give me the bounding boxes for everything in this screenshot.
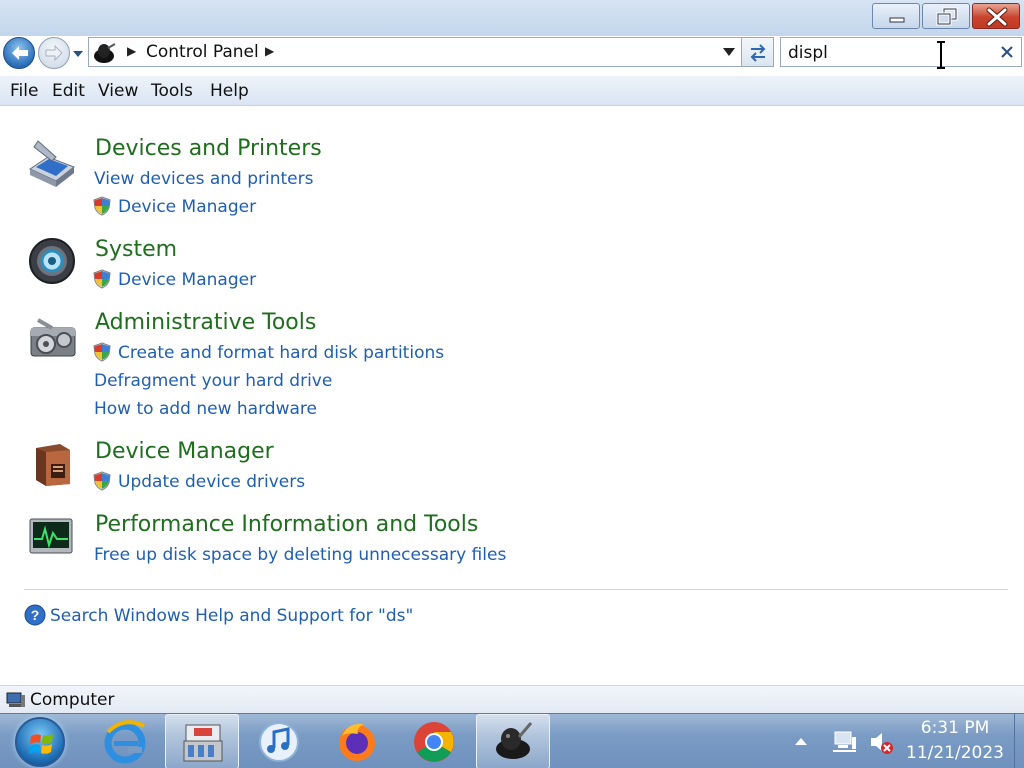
minimize-button[interactable] [872, 3, 920, 29]
taskbar-gimp[interactable] [476, 714, 550, 768]
status-text: Computer [30, 690, 115, 710]
close-icon [986, 7, 1008, 27]
taskbar-firefox[interactable] [320, 714, 394, 768]
svg-text:?: ? [31, 607, 40, 623]
firefox-icon [339, 723, 375, 761]
task-link[interactable]: Update device drivers [118, 472, 305, 492]
menu-edit[interactable]: Edit [52, 81, 85, 101]
show-desktop-button[interactable] [1014, 713, 1024, 768]
address-dropdown-icon[interactable] [723, 48, 735, 56]
clock-date[interactable]: 11/21/2023 [905, 743, 1005, 763]
breadcrumb-control-panel[interactable]: Control Panel [146, 42, 259, 62]
forward-button[interactable] [38, 37, 70, 69]
task-link[interactable]: View devices and printers [94, 169, 313, 189]
taskbar [0, 713, 1024, 768]
taskbar-itunes[interactable] [242, 714, 316, 768]
internet-explorer-icon [104, 720, 146, 764]
uac-shield-icon [93, 269, 111, 289]
menu-help[interactable]: Help [210, 81, 249, 101]
search-results: Devices and Printers View devices and pr… [0, 107, 1024, 685]
network-icon[interactable] [832, 729, 858, 755]
chrome-icon [414, 722, 454, 762]
taskbar-chrome[interactable] [397, 714, 471, 768]
scanner-icon [28, 140, 76, 187]
text-cursor-icon [937, 41, 945, 69]
menu-file[interactable]: File [10, 81, 38, 101]
status-bar: Computer [0, 685, 1024, 713]
forward-arrow-icon [45, 44, 63, 62]
performance-icon [29, 518, 73, 554]
start-button[interactable] [15, 717, 65, 767]
uac-shield-icon [93, 196, 111, 216]
task-link[interactable]: Defragment your hard drive [94, 371, 332, 391]
menu-bar: File Edit View Tools Help [0, 76, 1024, 106]
back-button[interactable] [3, 37, 35, 69]
category-title-device-manager[interactable]: Device Manager [95, 439, 274, 464]
volume-muted-icon[interactable] [868, 729, 894, 755]
system-icon [29, 238, 75, 284]
breadcrumb-arrow-icon[interactable]: ▶ [127, 44, 136, 58]
breadcrumb-arrow-icon[interactable]: ▶ [265, 44, 274, 58]
category-title-administrative-tools[interactable]: Administrative Tools [95, 310, 316, 335]
category-title-system[interactable]: System [95, 237, 177, 262]
task-link[interactable]: Create and format hard disk partitions [118, 343, 444, 363]
clear-search-icon[interactable] [998, 42, 1016, 62]
task-link[interactable]: How to add new hardware [94, 399, 317, 419]
taskbar-internet-explorer[interactable] [88, 714, 162, 768]
clock-time[interactable]: 6:31 PM [905, 718, 1005, 738]
restore-button[interactable] [922, 3, 970, 29]
category-title-devices-printers[interactable]: Devices and Printers [95, 136, 322, 161]
help-icon: ? [24, 604, 46, 626]
back-arrow-icon [12, 46, 28, 60]
gimp-icon [496, 722, 533, 759]
device-manager-icon [36, 444, 70, 486]
show-hidden-icons-icon[interactable] [794, 736, 808, 746]
task-link[interactable]: Free up disk space by deleting unnecessa… [94, 545, 506, 565]
taskbar-control-panel[interactable] [165, 714, 239, 768]
close-button[interactable] [972, 3, 1020, 29]
recent-pages-dropdown-icon[interactable] [72, 50, 84, 58]
category-title-performance[interactable]: Performance Information and Tools [95, 512, 478, 537]
divider [24, 589, 1008, 590]
computer-icon [6, 692, 25, 707]
search-help-link[interactable]: Search Windows Help and Support for "ds" [50, 606, 413, 626]
uac-shield-icon [93, 342, 111, 362]
address-bar[interactable]: ▶ Control Panel ▶ [88, 37, 742, 67]
control-panel-app-icon [183, 724, 223, 762]
search-input-value: displ [788, 43, 828, 63]
minimize-icon [889, 17, 905, 23]
refresh-button[interactable] [742, 37, 774, 67]
control-panel-icon [94, 43, 116, 63]
admin-tools-icon [30, 318, 76, 357]
menu-view[interactable]: View [98, 81, 138, 101]
restore-icon [936, 7, 958, 26]
title-bar [0, 0, 1024, 36]
refresh-icon [750, 44, 766, 62]
itunes-icon [259, 722, 299, 762]
search-input[interactable]: displ [780, 37, 1022, 67]
task-link[interactable]: Device Manager [118, 270, 256, 290]
menu-tools[interactable]: Tools [151, 81, 193, 101]
windows-logo-icon [29, 734, 53, 754]
uac-shield-icon [93, 471, 111, 491]
task-link[interactable]: Device Manager [118, 197, 256, 217]
